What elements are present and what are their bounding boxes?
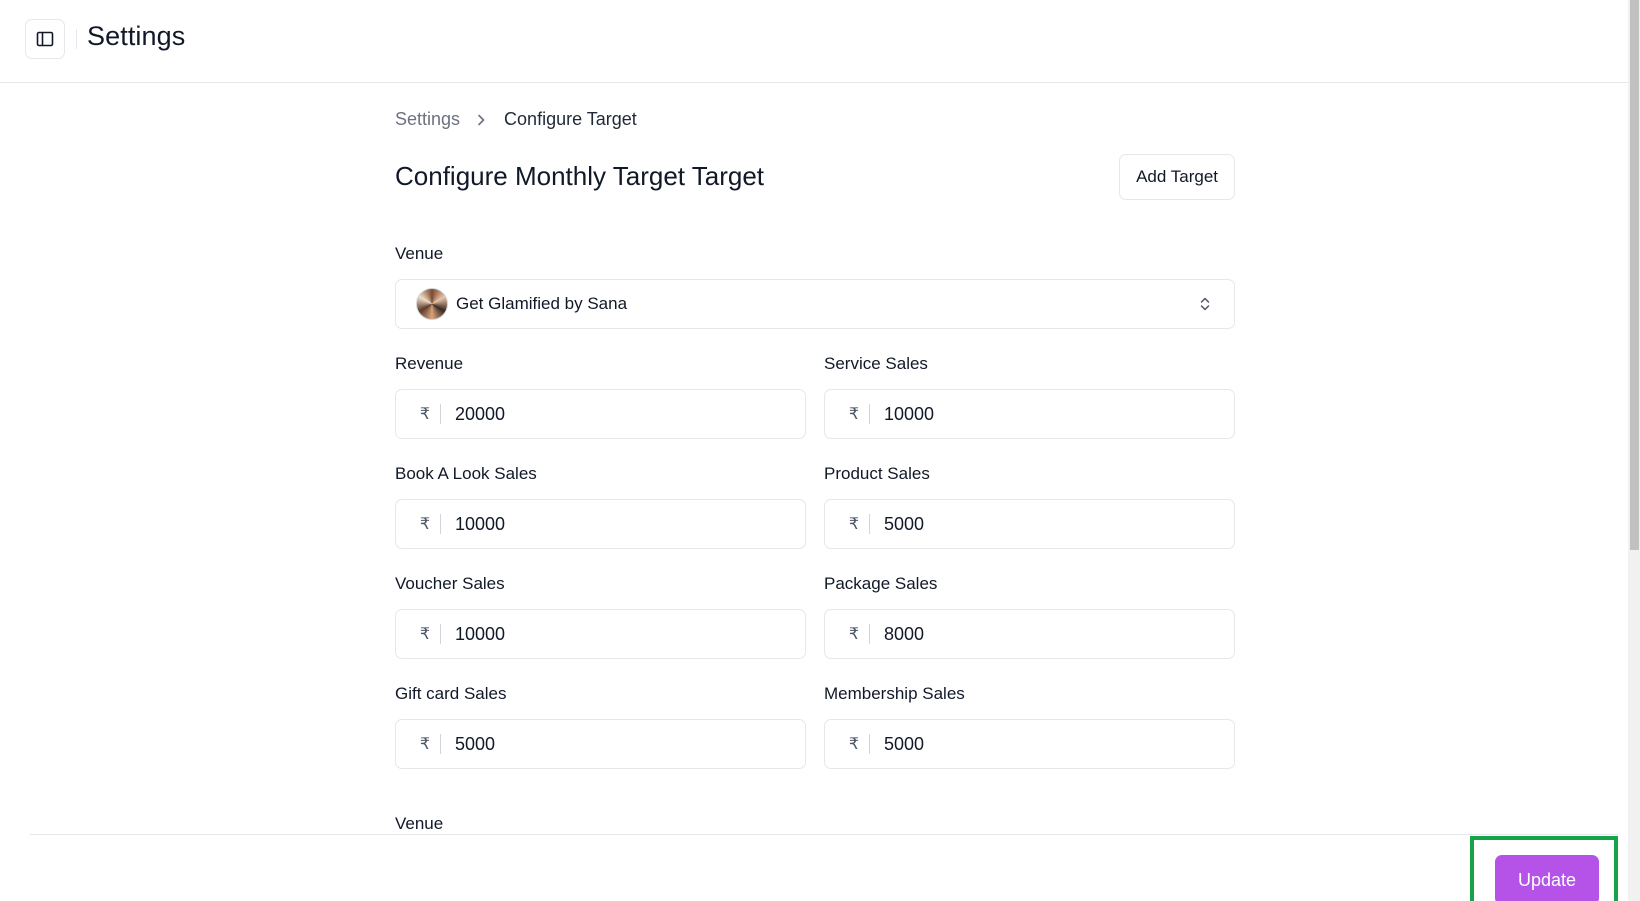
scrollbar-thumb[interactable] <box>1630 0 1639 550</box>
page-scrollbar[interactable] <box>1628 0 1640 901</box>
revenue-field-wrapper: ₹ <box>395 389 806 439</box>
sidebar-toggle-button[interactable] <box>25 19 65 59</box>
main-content: Settings Configure Target Configure Mont… <box>395 83 1235 835</box>
chevron-right-icon <box>476 114 486 126</box>
revenue-input[interactable] <box>455 390 805 438</box>
rupee-icon: ₹ <box>848 516 859 533</box>
breadcrumb-current: Configure Target <box>504 109 637 129</box>
rupee-icon: ₹ <box>848 626 859 643</box>
gift-card-sales-label: Gift card Sales <box>395 684 507 703</box>
voucher-sales-input[interactable] <box>455 610 805 658</box>
membership-sales-label: Membership Sales <box>824 684 965 703</box>
input-divider <box>869 404 870 424</box>
chevron-up-down-icon <box>1200 297 1210 311</box>
breadcrumb-settings-link[interactable]: Settings <box>395 109 460 130</box>
membership-sales-field-wrapper: ₹ <box>824 719 1235 769</box>
service-sales-input[interactable] <box>884 390 1234 438</box>
venue-select[interactable]: Get Glamified by Sana <box>395 279 1235 329</box>
second-venue-label: Venue <box>395 814 444 833</box>
product-sales-field-wrapper: ₹ <box>824 499 1235 549</box>
input-divider <box>440 404 441 424</box>
input-divider <box>869 624 870 644</box>
venue-label: Venue <box>395 244 444 263</box>
service-sales-field-wrapper: ₹ <box>824 389 1235 439</box>
highlight-annotation <box>1470 836 1618 901</box>
input-divider <box>440 624 441 644</box>
top-bar: Settings <box>0 0 1628 83</box>
rupee-icon: ₹ <box>419 406 430 423</box>
product-sales-input[interactable] <box>884 500 1234 548</box>
page-title: Configure Monthly Target Target <box>395 161 765 191</box>
book-a-look-sales-input[interactable] <box>455 500 805 548</box>
rupee-icon: ₹ <box>419 736 430 753</box>
book-a-look-sales-label: Book A Look Sales <box>395 464 537 483</box>
revenue-label: Revenue <box>395 354 464 373</box>
add-target-button[interactable]: Add Target <box>1119 154 1235 200</box>
package-sales-field-wrapper: ₹ <box>824 609 1235 659</box>
voucher-sales-label: Voucher Sales <box>395 574 505 593</box>
input-divider <box>869 514 870 534</box>
input-divider <box>440 734 441 754</box>
product-sales-label: Product Sales <box>824 464 930 483</box>
service-sales-label: Service Sales <box>824 354 928 373</box>
input-divider <box>440 514 441 534</box>
rupee-icon: ₹ <box>848 406 859 423</box>
gift-card-sales-field-wrapper: ₹ <box>395 719 806 769</box>
venue-selected-value: Get Glamified by Sana <box>456 294 628 313</box>
gift-card-sales-input[interactable] <box>455 720 805 768</box>
header-divider <box>76 29 77 49</box>
header-title: Settings <box>87 21 186 51</box>
rupee-icon: ₹ <box>419 626 430 643</box>
breadcrumb: Settings Configure Target <box>395 109 637 130</box>
venue-avatar <box>416 288 448 320</box>
package-sales-input[interactable] <box>884 610 1234 658</box>
book-a-look-sales-field-wrapper: ₹ <box>395 499 806 549</box>
package-sales-label: Package Sales <box>824 574 938 593</box>
rupee-icon: ₹ <box>848 736 859 753</box>
rupee-icon: ₹ <box>419 516 430 533</box>
sidebar-toggle-icon <box>36 31 54 47</box>
voucher-sales-field-wrapper: ₹ <box>395 609 806 659</box>
membership-sales-input[interactable] <box>884 720 1234 768</box>
footer-divider <box>30 834 1618 835</box>
input-divider <box>869 734 870 754</box>
